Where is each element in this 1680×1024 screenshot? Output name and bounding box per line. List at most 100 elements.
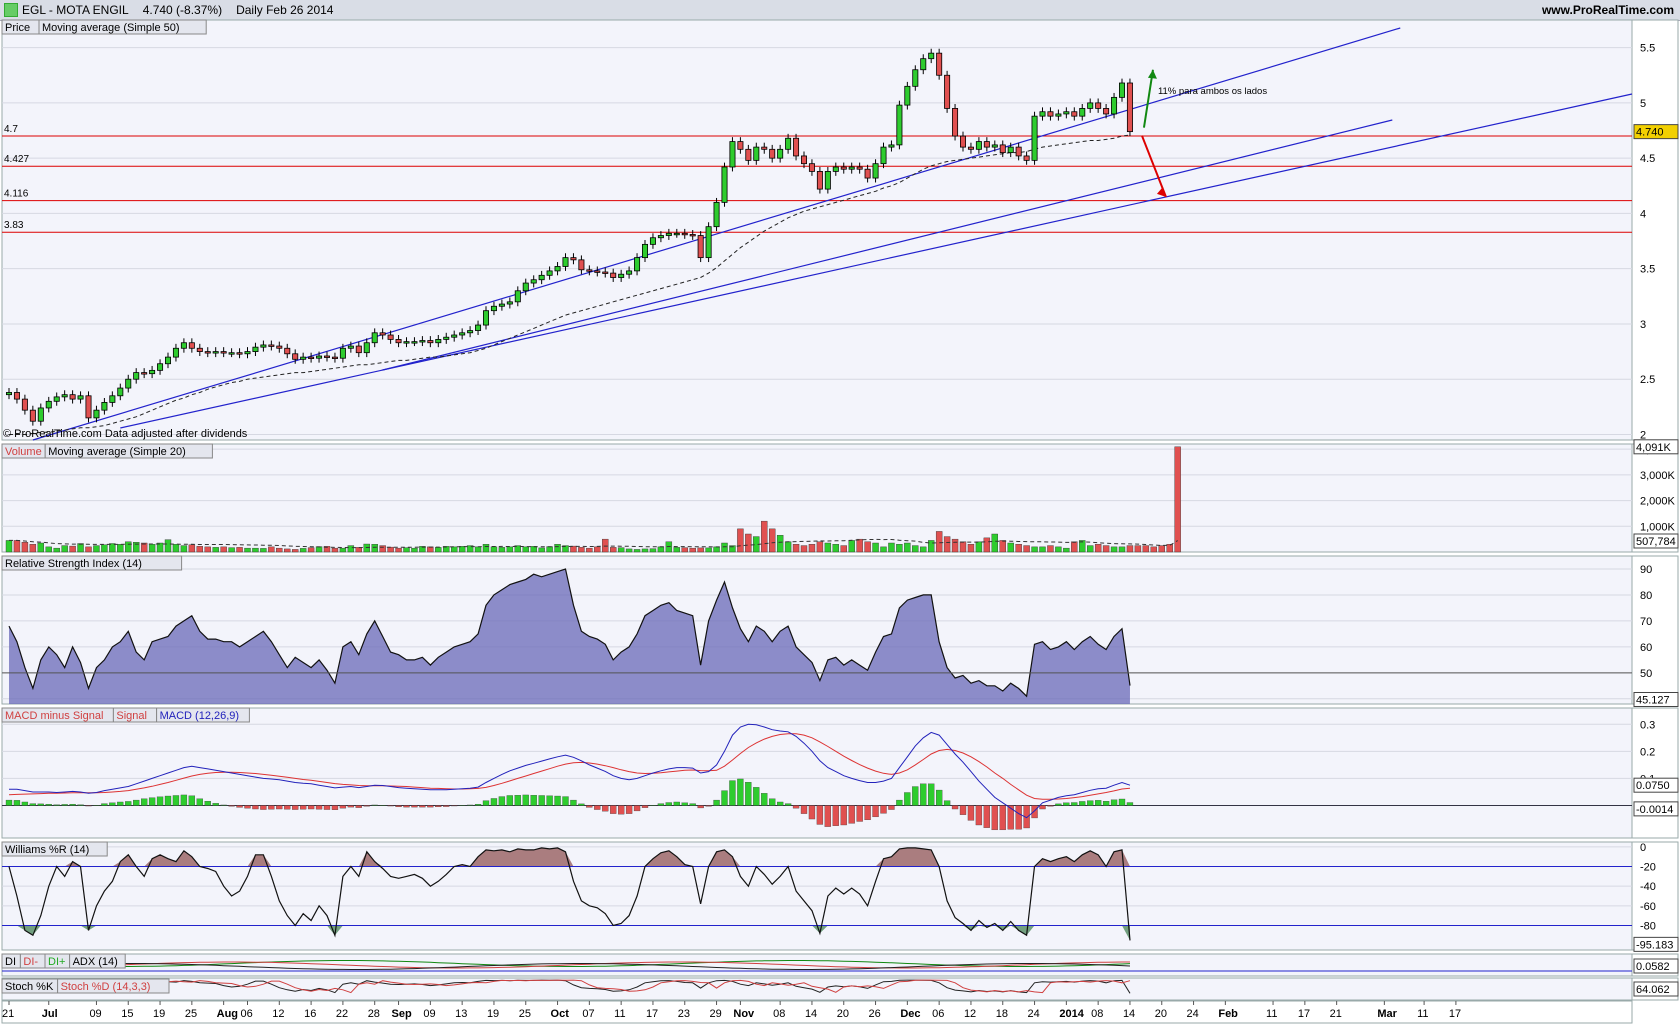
volume-bar — [403, 547, 410, 553]
support-label: 4.7 — [4, 124, 18, 135]
macd-hist-bar — [220, 804, 227, 806]
candle — [268, 344, 275, 347]
candle — [960, 135, 967, 148]
macd-hist-bar — [180, 794, 188, 806]
volume-bar — [117, 544, 124, 553]
candle — [498, 303, 505, 307]
candle — [157, 363, 164, 371]
volume-bar — [220, 546, 227, 553]
candle — [785, 137, 792, 150]
x-tick-label: Oct — [551, 1008, 570, 1020]
candle — [713, 201, 720, 228]
candle — [490, 305, 497, 312]
macd-hist-bar — [514, 795, 521, 806]
macd-hist-bar — [315, 805, 323, 810]
macd-hist-bar — [594, 805, 601, 810]
macd-hist-bar — [641, 805, 649, 808]
macd-hist-bar — [1071, 802, 1078, 806]
macd-hist-bar — [625, 805, 633, 814]
price-tick-label: 4 — [1640, 208, 1646, 220]
macd-hist-bar — [45, 803, 52, 806]
volume-bar — [840, 545, 847, 553]
chart-canvas[interactable]: 5.554.543.532.524.74.4274.1163.8311% par… — [0, 0, 1680, 1024]
candle — [562, 257, 569, 267]
candle — [141, 372, 148, 375]
volume-title: Volume — [5, 446, 42, 458]
x-tick-label: 11 — [1417, 1008, 1428, 1020]
macd-hist-bar — [37, 803, 44, 806]
macd-last-value: 0.0750 — [1636, 780, 1670, 792]
candle — [681, 232, 688, 236]
volume-bar — [164, 539, 172, 553]
macd-hist-bar — [1102, 801, 1110, 806]
macd-hist-bar — [729, 780, 736, 806]
macd-hist-bar — [411, 805, 418, 808]
x-tick-label: 17 — [646, 1008, 658, 1020]
price-panel — [1, 19, 1633, 441]
candle — [801, 155, 808, 165]
x-tick-label: 28 — [368, 1008, 380, 1020]
macd-hist-bar — [276, 805, 283, 810]
price-tick-label: 5.5 — [1640, 43, 1655, 55]
x-tick-label: 15 — [121, 1008, 133, 1020]
macd-hist-bar — [1047, 805, 1054, 807]
candle — [745, 148, 752, 161]
candle — [586, 269, 593, 272]
volume-bar — [880, 546, 887, 553]
volume-bar — [188, 544, 196, 553]
candle — [649, 237, 656, 245]
macd-hist-bar — [753, 787, 760, 806]
macd-hist-bar — [252, 805, 259, 810]
macd-title: MACD (12,26,9) — [160, 710, 239, 722]
macd-hist-bar — [570, 799, 577, 806]
macd-hist-bar — [928, 783, 935, 806]
candle — [260, 344, 267, 348]
macd-hist-value: -0.0014 — [1636, 804, 1673, 816]
volume-bar — [21, 542, 29, 553]
volume-bar — [888, 542, 895, 553]
candle — [514, 290, 521, 303]
macd-hist-bar — [602, 805, 609, 812]
candle — [204, 351, 211, 354]
macd-hist-bar — [1031, 805, 1038, 819]
macd-hist-bar — [474, 803, 482, 806]
williams-tick-label: -60 — [1640, 901, 1656, 913]
macd-hist-bar — [451, 805, 458, 807]
volume-bar — [490, 546, 498, 553]
candle — [522, 282, 529, 292]
candle — [316, 355, 323, 359]
volume-last-value: 4,091K — [1636, 442, 1672, 454]
macd-hist-bar — [824, 805, 831, 827]
macd-hist-bar — [665, 802, 672, 806]
price-tick-label: 3.5 — [1640, 264, 1655, 276]
support-label: 3.83 — [4, 220, 24, 231]
x-tick-label: Sep — [392, 1008, 412, 1020]
candle — [673, 232, 680, 236]
volume-bar — [148, 544, 156, 553]
candle — [705, 226, 712, 259]
volume-bar — [411, 547, 418, 553]
macd-hist-bar — [697, 805, 704, 809]
macd-hist-bar — [85, 805, 92, 807]
x-tick-label: 13 — [455, 1008, 467, 1020]
volume-bar — [260, 548, 267, 553]
volume-bar — [299, 548, 307, 553]
candle — [753, 146, 760, 161]
candle — [6, 392, 12, 396]
candle — [554, 266, 561, 272]
volume-bar — [959, 541, 967, 553]
macd-hist-bar — [951, 805, 959, 810]
macd-hist-bar — [339, 805, 347, 809]
price-ma-label: Moving average (Simple 50) — [42, 22, 180, 34]
candle — [363, 342, 370, 354]
rsi-panel-axis — [1631, 555, 1679, 705]
candle — [29, 409, 36, 422]
macd-hist-bar — [769, 798, 776, 806]
macd-hist-bar — [395, 805, 402, 808]
candle — [435, 339, 442, 344]
macd-hist-bar — [140, 798, 148, 806]
support-label: 4.116 — [4, 189, 29, 200]
candle — [1063, 111, 1070, 115]
macd-hist-bar — [371, 804, 378, 806]
x-tick-label: 19 — [487, 1008, 499, 1020]
